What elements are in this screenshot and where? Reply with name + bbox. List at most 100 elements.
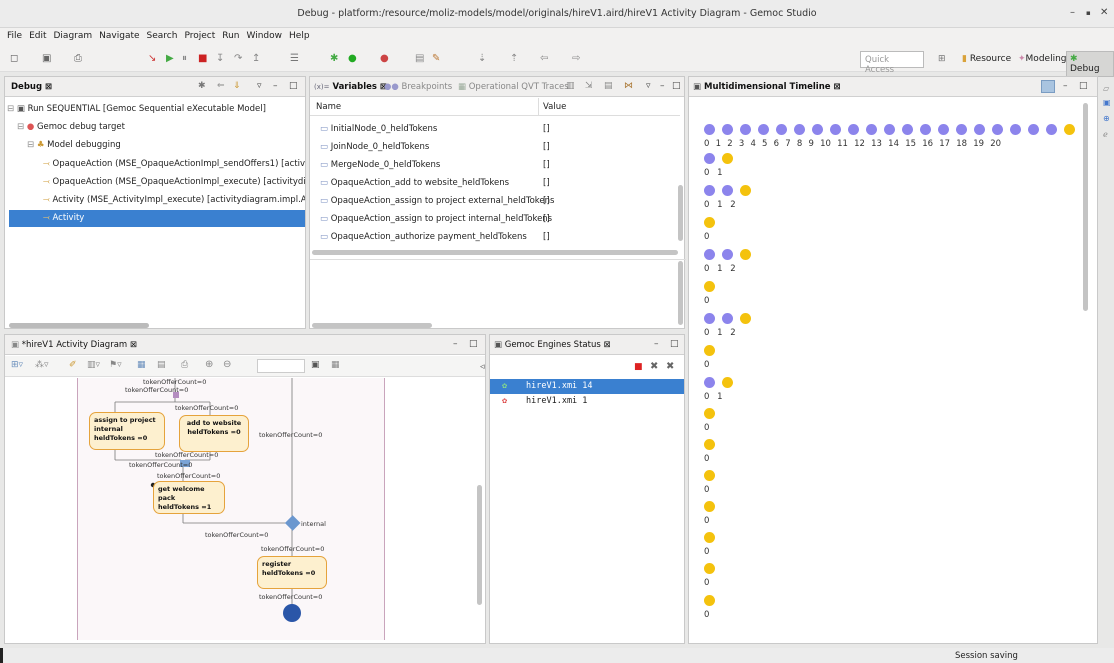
timeline-token-blue[interactable] bbox=[992, 124, 1003, 135]
timeline-option-icon[interactable] bbox=[1041, 80, 1055, 93]
zoom-out-icon[interactable]: ⊖ bbox=[223, 359, 231, 370]
variable-row[interactable]: ▭ OpaqueAction_assign to project interna… bbox=[310, 210, 684, 228]
timeline-token-blue[interactable] bbox=[812, 124, 823, 135]
menu-run[interactable]: Run bbox=[222, 31, 239, 41]
menu-file[interactable]: File bbox=[7, 31, 22, 41]
detail-hscrollbar[interactable] bbox=[312, 323, 432, 328]
forward-icon[interactable]: ⇨ bbox=[572, 54, 580, 64]
timeline-token-blue[interactable] bbox=[740, 124, 751, 135]
timeline-token-yellow[interactable] bbox=[704, 217, 715, 228]
zoom-select[interactable] bbox=[257, 359, 305, 373]
timeline-vscrollbar[interactable] bbox=[1083, 103, 1088, 311]
timeline-token-blue[interactable] bbox=[722, 185, 733, 196]
debug-icon[interactable]: ✱ bbox=[330, 54, 338, 64]
tree-item-run[interactable]: ⊟ ▣ Run SEQUENTIAL [Gemoc Sequential eXe… bbox=[7, 101, 305, 118]
timeline-token-yellow[interactable] bbox=[704, 408, 715, 419]
side-icon[interactable]: ▣ bbox=[1103, 98, 1111, 107]
stack-frame-2[interactable]: ⤙ OpaqueAction (MSE_OpaqueActionImpl_exe… bbox=[43, 174, 305, 191]
timeline-token-yellow[interactable] bbox=[704, 345, 715, 356]
open-type-icon[interactable]: ▤ bbox=[415, 54, 424, 64]
side-icon[interactable]: ℯ bbox=[1103, 130, 1108, 139]
diagram-canvas[interactable]: assign to project internal heldTokens =0 … bbox=[5, 378, 473, 640]
diagram-vscrollbar[interactable] bbox=[477, 485, 482, 605]
suspend-icon[interactable]: ⏸ bbox=[182, 54, 187, 64]
timeline-token-yellow[interactable] bbox=[1064, 124, 1075, 135]
stack-frame-1[interactable]: ⤙ OpaqueAction (MSE_OpaqueActionImpl_sen… bbox=[43, 156, 305, 173]
maximize-view-icon[interactable]: □ bbox=[672, 81, 681, 91]
pin-icon[interactable]: ✐ bbox=[69, 360, 77, 370]
back-icon[interactable]: ⇦ bbox=[540, 54, 548, 64]
timeline-token-yellow[interactable] bbox=[704, 595, 715, 606]
debug-hscrollbar[interactable] bbox=[9, 323, 149, 328]
maximize-view-icon[interactable]: □ bbox=[289, 81, 298, 91]
timeline-token-blue[interactable] bbox=[722, 313, 733, 324]
timeline-token-yellow[interactable] bbox=[722, 377, 733, 388]
refresh-icon[interactable]: ▤ bbox=[157, 360, 166, 370]
new-icon[interactable]: ◻ bbox=[10, 54, 18, 64]
export-icon[interactable]: ▦ bbox=[137, 360, 146, 370]
minimize-view-icon[interactable]: – bbox=[654, 339, 659, 349]
menu-edit[interactable]: Edit bbox=[29, 31, 46, 41]
timeline-token-blue[interactable] bbox=[704, 313, 715, 324]
timeline-token-blue[interactable] bbox=[1028, 124, 1039, 135]
variables-hscrollbar[interactable] bbox=[312, 250, 678, 255]
link-icon[interactable]: ⋈ bbox=[624, 81, 633, 91]
collapse-all-icon[interactable]: ⇲ bbox=[585, 81, 593, 91]
timeline-token-blue[interactable] bbox=[722, 124, 733, 135]
view-menu-icon[interactable]: ▿ bbox=[257, 81, 262, 91]
timeline-token-yellow[interactable] bbox=[740, 313, 751, 324]
timeline-token-blue[interactable] bbox=[848, 124, 859, 135]
side-icon[interactable]: ⊕ bbox=[1103, 114, 1110, 123]
tab-debug[interactable]: Debug ⊠ bbox=[11, 82, 52, 92]
next-annotation-icon[interactable]: ⇡ bbox=[510, 54, 518, 64]
quick-access-input[interactable]: Quick Access bbox=[860, 51, 924, 75]
maximize-view-icon[interactable]: □ bbox=[469, 339, 478, 349]
timeline-token-yellow[interactable] bbox=[704, 281, 715, 292]
timeline-token-blue[interactable] bbox=[704, 377, 715, 388]
layout-icon[interactable]: ▤ bbox=[604, 81, 613, 91]
timeline-token-yellow[interactable] bbox=[740, 249, 751, 260]
action-node-get-welcome-pack[interactable]: get welcome pack heldTokens =1 bbox=[153, 481, 225, 514]
variable-row[interactable]: ▭ InitialNode_0_heldTokens[] bbox=[310, 120, 684, 138]
menu-project[interactable]: Project bbox=[184, 31, 215, 41]
timeline-token-blue[interactable] bbox=[704, 124, 715, 135]
engine-item[interactable]: ✿ hireV1.xmi 1 bbox=[490, 394, 684, 409]
maximize-button[interactable]: ▪ bbox=[1086, 9, 1091, 17]
maximize-view-icon[interactable]: □ bbox=[670, 339, 679, 349]
minimize-view-icon[interactable]: – bbox=[660, 81, 665, 91]
variable-row[interactable]: ▭ OpaqueAction_add to website_heldTokens… bbox=[310, 174, 684, 192]
minimize-view-icon[interactable]: – bbox=[273, 81, 278, 91]
timeline-token-blue[interactable] bbox=[1046, 124, 1057, 135]
menu-diagram[interactable]: Diagram bbox=[54, 31, 93, 41]
timeline-token-blue[interactable] bbox=[866, 124, 877, 135]
terminate-icon[interactable]: ■ bbox=[198, 54, 207, 64]
detail-vscrollbar[interactable] bbox=[678, 261, 683, 325]
grid-icon[interactable]: ▦ bbox=[331, 360, 340, 370]
view-menu-icon[interactable]: ▿ bbox=[646, 81, 651, 91]
timeline-token-blue[interactable] bbox=[794, 124, 805, 135]
timeline-token-yellow[interactable] bbox=[704, 470, 715, 481]
variable-row[interactable]: ▭ MergeNode_0_heldTokens[] bbox=[310, 156, 684, 174]
layer-icon[interactable]: ▥▿ bbox=[87, 360, 100, 370]
resume-icon[interactable]: ▶ bbox=[166, 54, 174, 64]
step-icon[interactable]: ⇓ bbox=[233, 81, 241, 91]
style-icon[interactable]: ⚑▿ bbox=[109, 360, 122, 370]
step-return-icon[interactable]: ↥ bbox=[252, 54, 260, 64]
timeline-token-blue[interactable] bbox=[920, 124, 931, 135]
action-node-register[interactable]: register heldTokens =0 bbox=[257, 556, 327, 589]
variable-row[interactable]: ▭ JoinNode_0_heldTokens[] bbox=[310, 138, 684, 156]
timeline-token-blue[interactable] bbox=[884, 124, 895, 135]
stack-frame-3[interactable]: ⤙ Activity (MSE_ActivityImpl_execute) [a… bbox=[43, 192, 305, 209]
engine-item-selected[interactable]: ✿ hireV1.xmi 14 bbox=[490, 379, 684, 394]
timeline-token-blue[interactable] bbox=[758, 124, 769, 135]
tab-variables[interactable]: (x)= Variables ⊠ bbox=[314, 82, 387, 92]
timeline-token-blue[interactable] bbox=[1010, 124, 1021, 135]
print-diagram-icon[interactable]: ⎙ bbox=[181, 360, 188, 370]
filter-icon[interactable]: ⁂▿ bbox=[35, 360, 49, 370]
timeline-token-blue[interactable] bbox=[830, 124, 841, 135]
step-over-icon[interactable]: ↷ bbox=[234, 54, 242, 64]
timeline-token-yellow[interactable] bbox=[704, 532, 715, 543]
save-icon[interactable]: ▣ bbox=[42, 54, 51, 64]
print-icon[interactable]: ⎙ bbox=[74, 54, 82, 64]
timeline-token-blue[interactable] bbox=[704, 185, 715, 196]
